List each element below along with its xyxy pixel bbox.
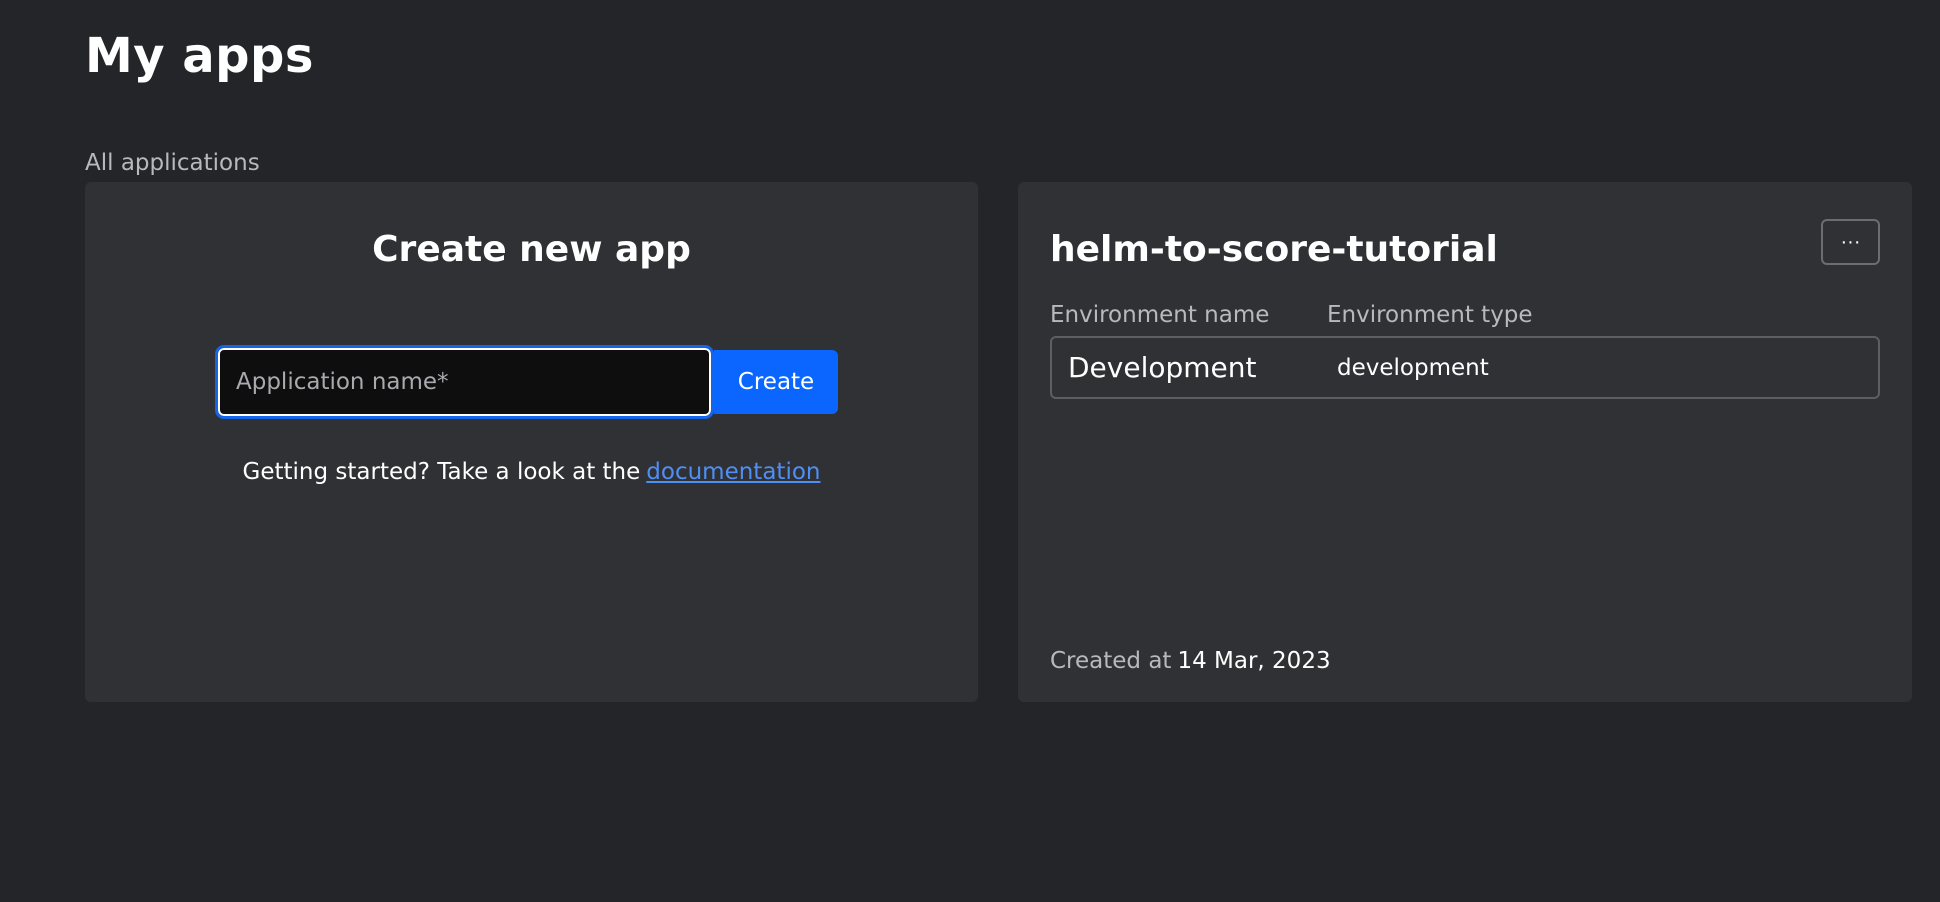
create-app-title: Create new app: [372, 229, 691, 270]
environment-name-header: Environment name: [1050, 302, 1270, 328]
app-name[interactable]: helm-to-score-tutorial: [1050, 226, 1498, 274]
environment-type-header: Environment type: [1327, 302, 1533, 328]
section-label-all-applications: All applications: [85, 150, 260, 176]
more-horizontal-icon: ···: [1840, 231, 1861, 253]
help-line: Getting started? Take a look at the docum…: [85, 456, 978, 488]
environment-headers: Environment name Environment type: [1050, 300, 1533, 330]
created-at-label: Created at: [1050, 648, 1172, 674]
environment-name: Development: [1068, 351, 1257, 384]
create-button[interactable]: Create: [714, 350, 838, 414]
documentation-link[interactable]: documentation: [646, 459, 820, 485]
app-menu-button[interactable]: ···: [1821, 219, 1880, 265]
environment-row[interactable]: Development development: [1050, 336, 1880, 399]
app-card[interactable]: helm-to-score-tutorial ··· Environment n…: [1018, 182, 1912, 702]
environment-type: development: [1337, 354, 1489, 381]
page-title: My apps: [85, 28, 314, 84]
created-at: Created at 14 Mar, 2023: [1050, 646, 1331, 676]
application-name-input[interactable]: [215, 345, 714, 419]
create-app-card: Create new app Create Getting started? T…: [85, 182, 978, 702]
help-text: Getting started? Take a look at the: [242, 459, 641, 485]
created-at-value: 14 Mar, 2023: [1177, 648, 1331, 674]
create-app-form: Create: [215, 345, 838, 419]
